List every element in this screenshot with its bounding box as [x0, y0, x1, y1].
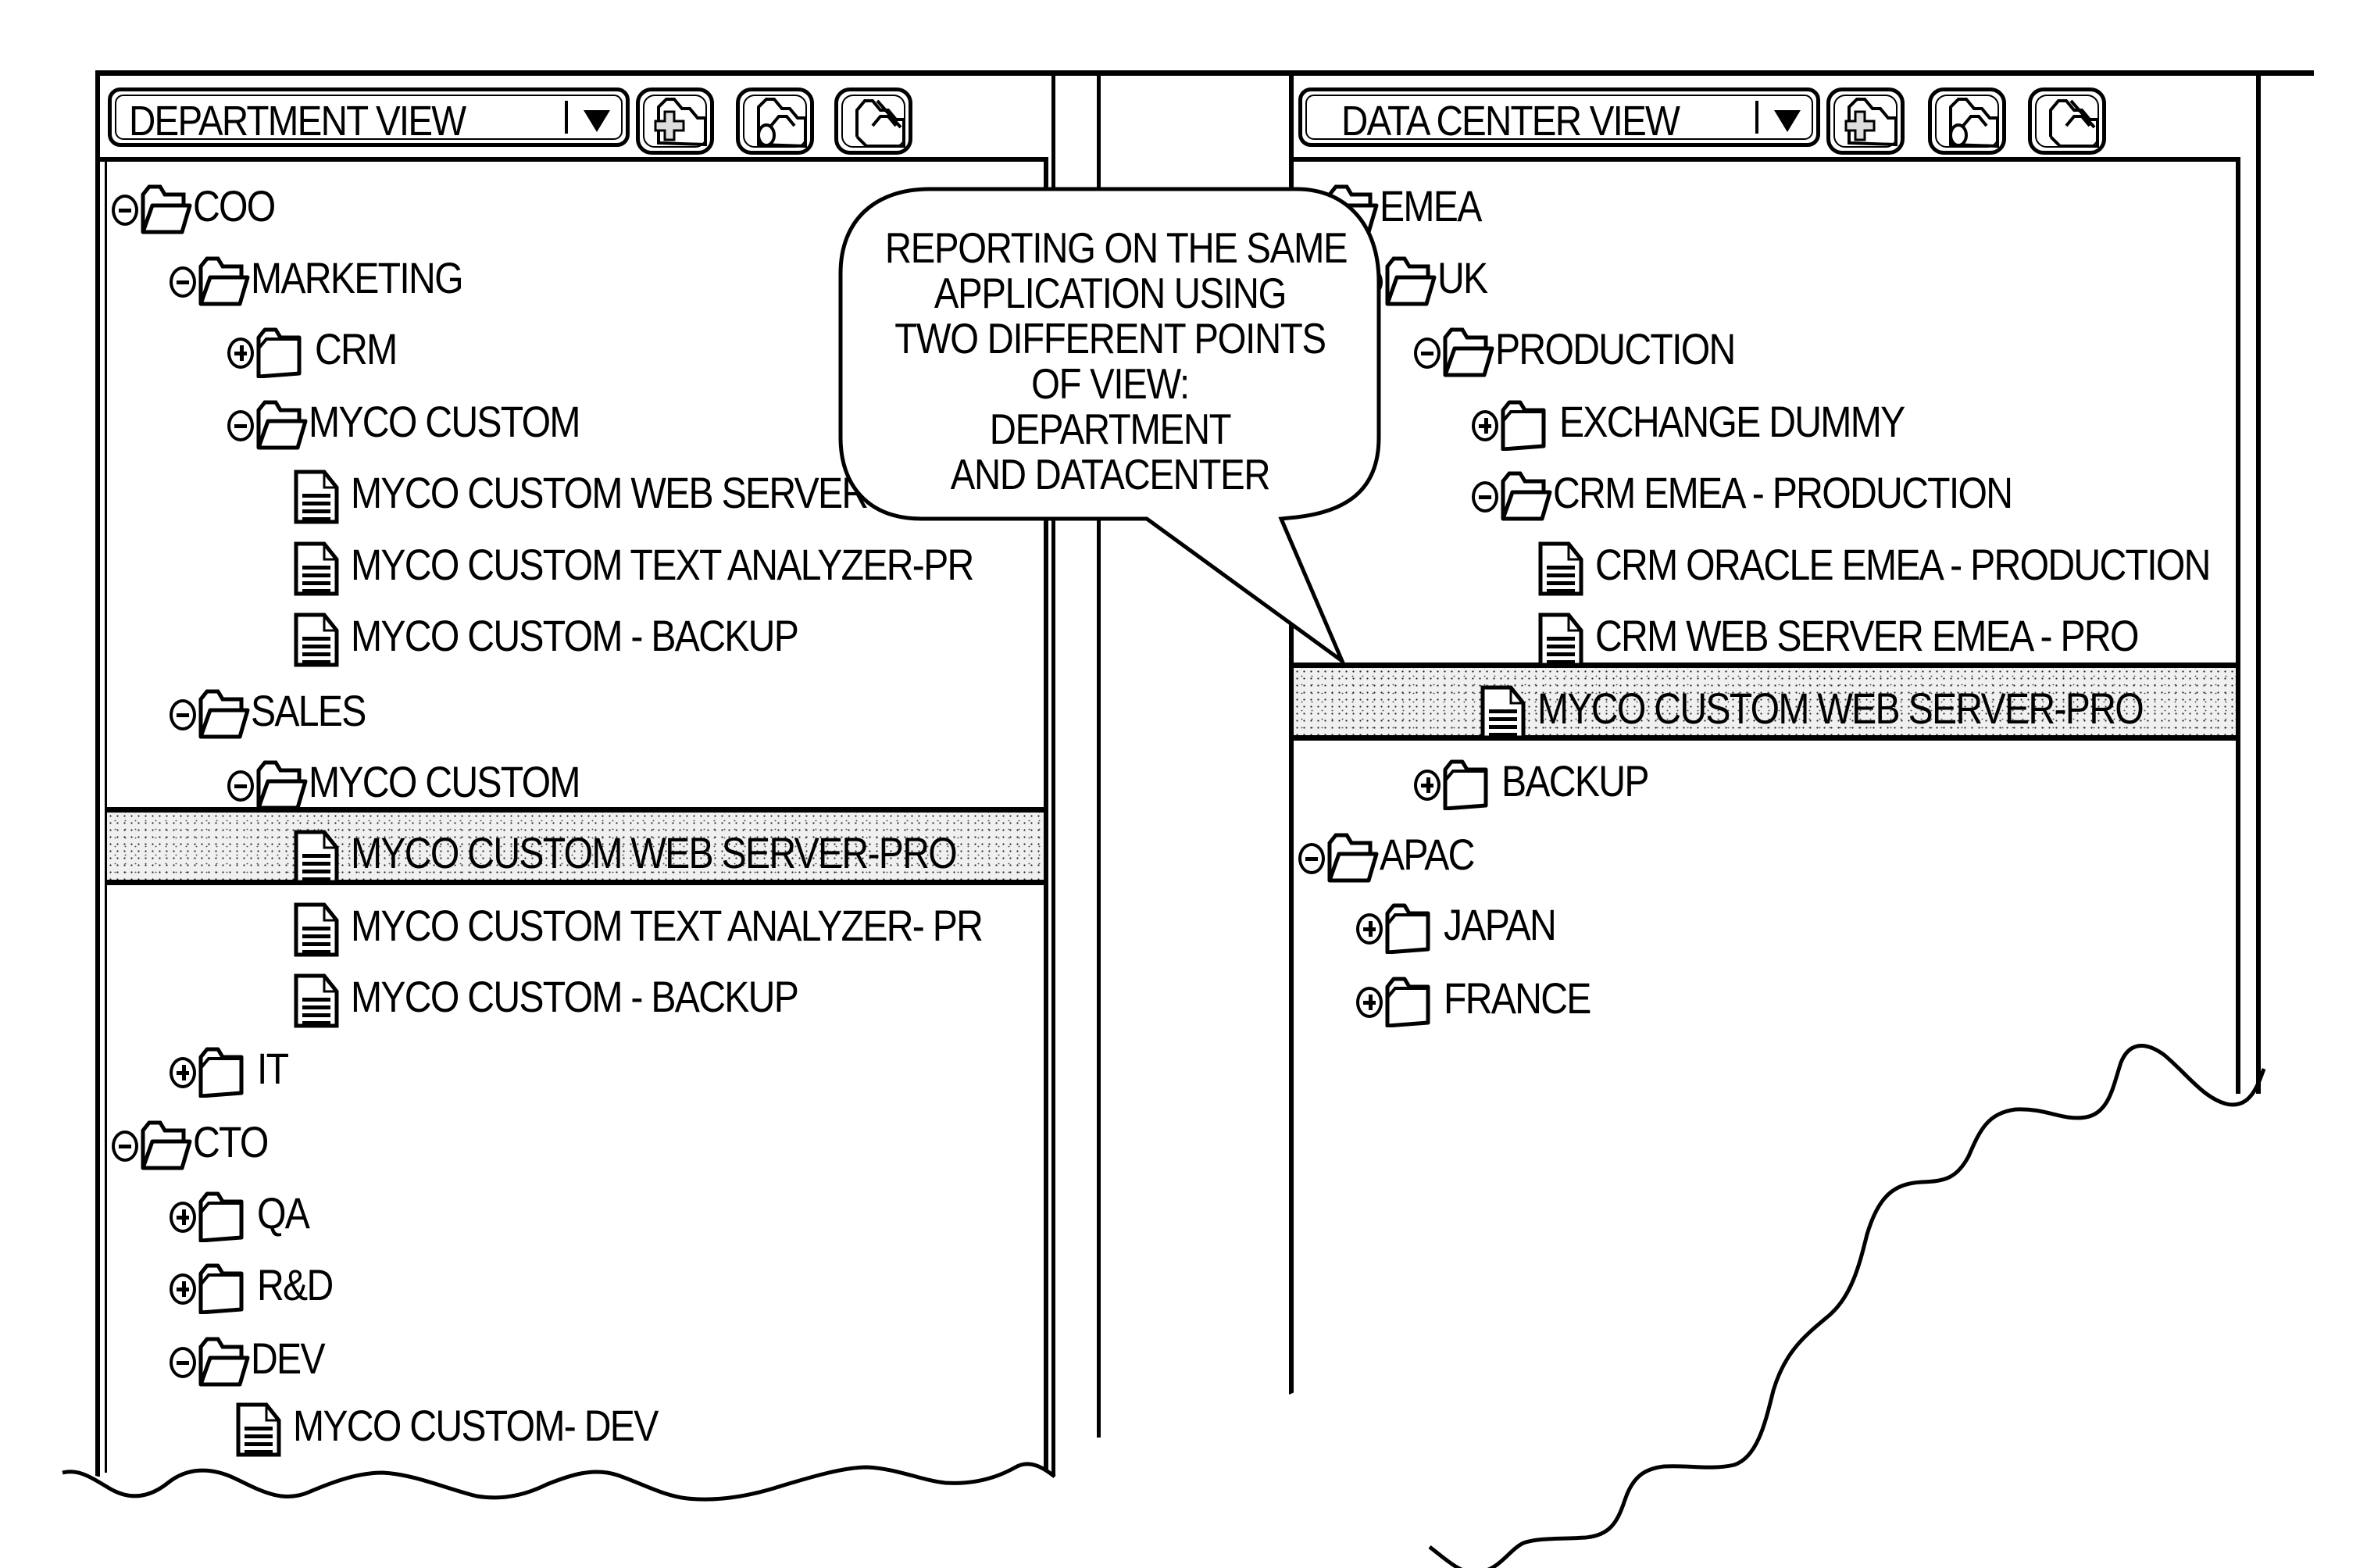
- callout-line: REPORTING ON THE SAME: [884, 223, 1348, 272]
- callout-line: DEPARTMENT: [989, 405, 1232, 453]
- callout-text: REPORTING ON THE SAME APPLICATION USING …: [848, 225, 1372, 497]
- callout-line: AND DATACENTER: [950, 450, 1271, 498]
- callout-line: TWO DIFFERENT POINTS: [894, 314, 1326, 363]
- callout-line: OF VIEW:: [1031, 359, 1190, 408]
- callout-line: APPLICATION USING: [934, 269, 1287, 317]
